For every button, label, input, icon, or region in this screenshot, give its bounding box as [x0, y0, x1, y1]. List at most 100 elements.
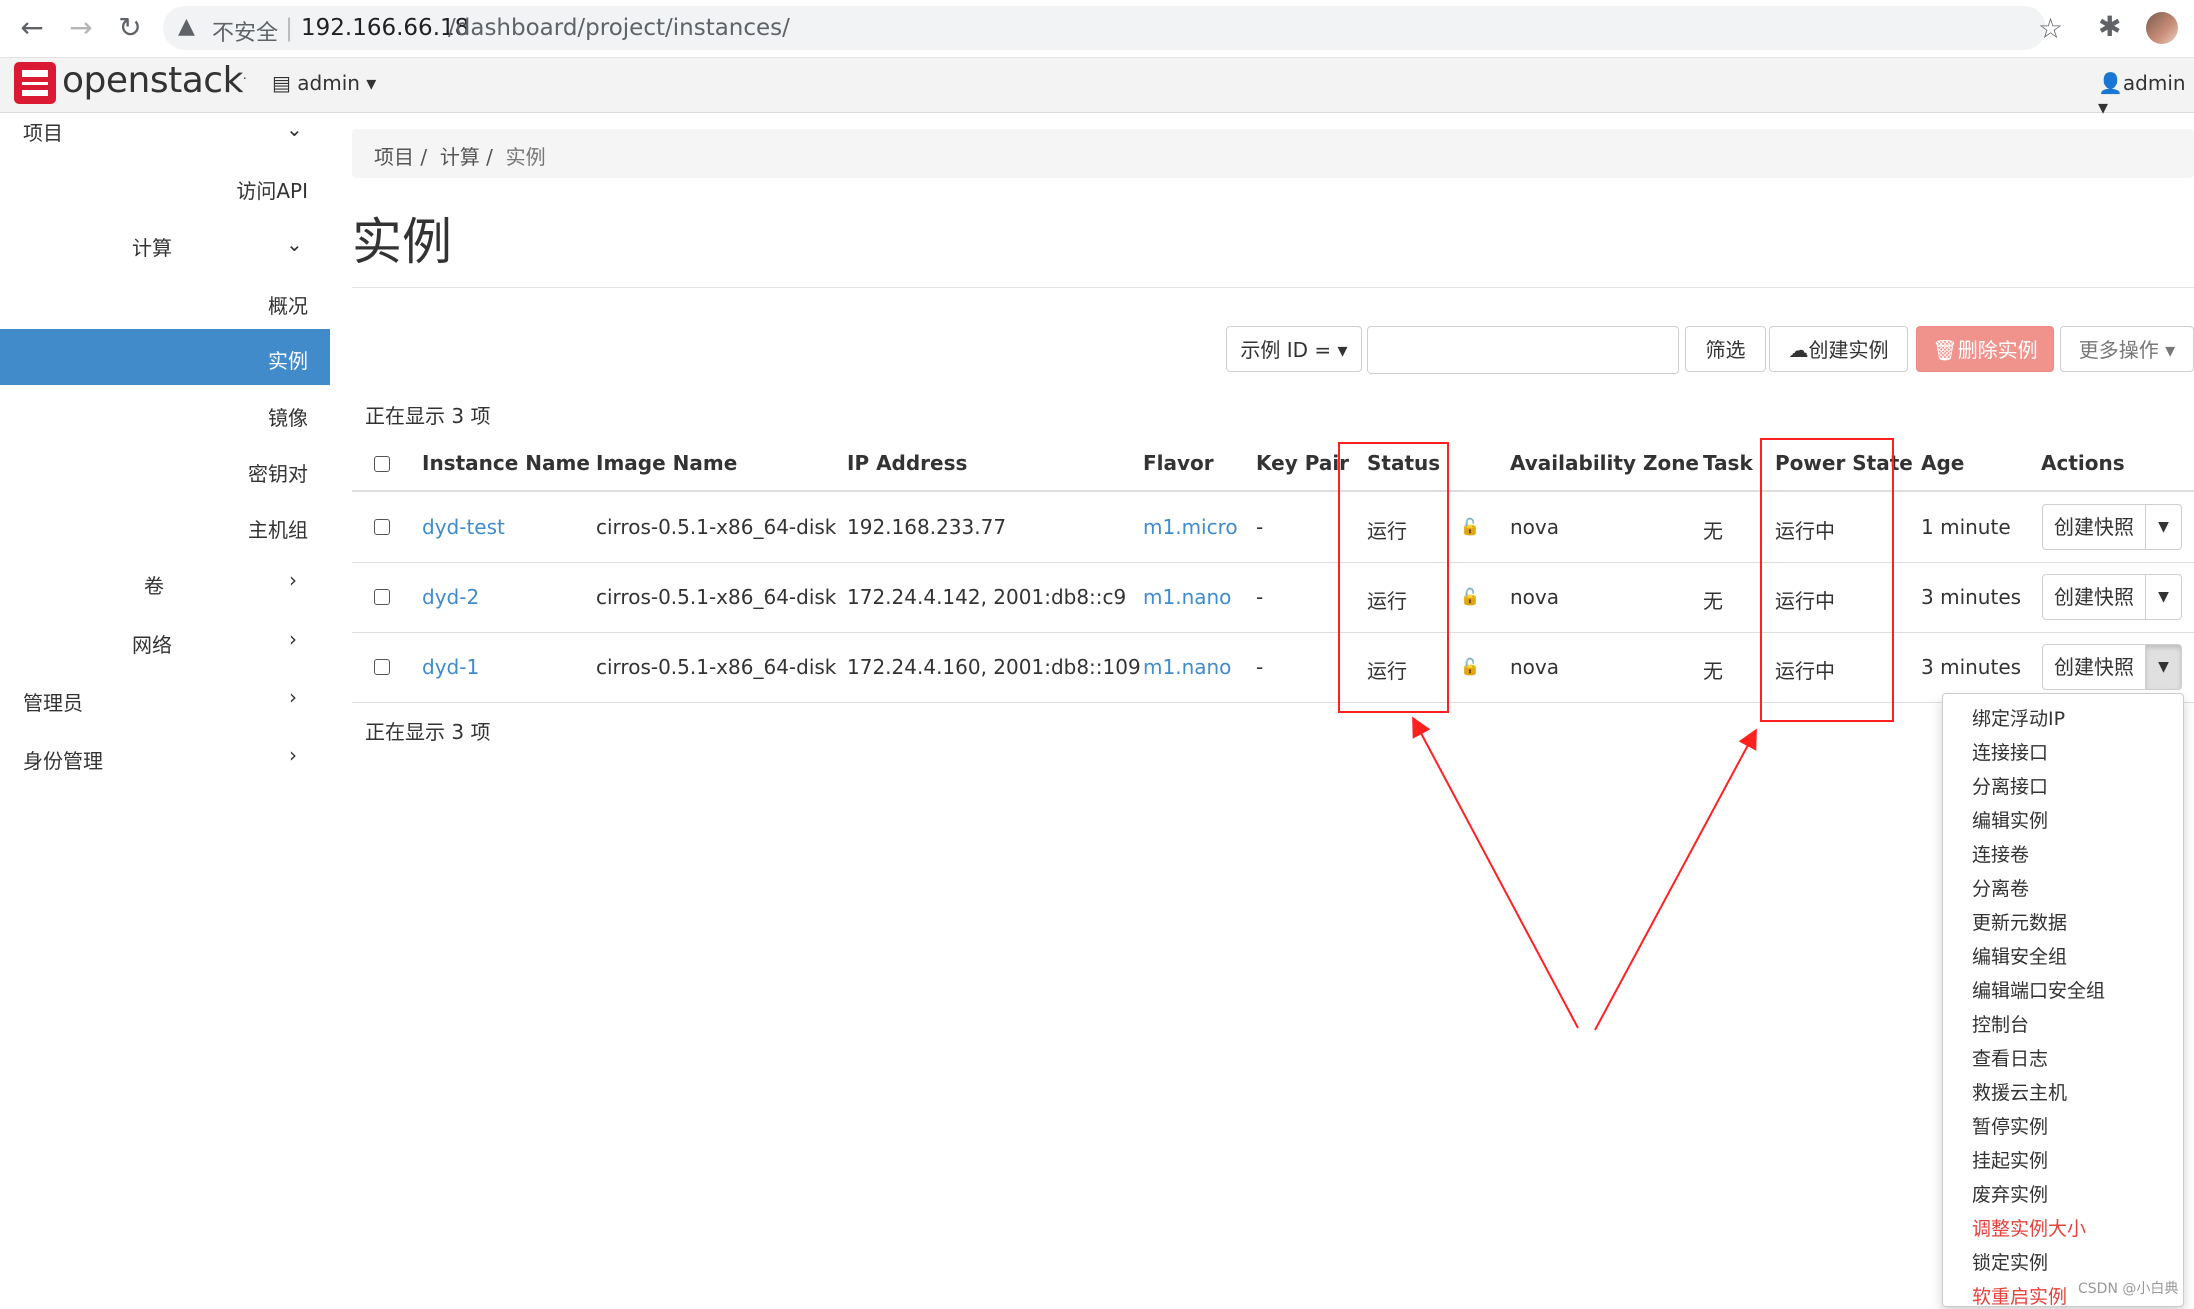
row-checkbox[interactable]	[374, 519, 390, 535]
col-availability-zone[interactable]: Availability Zone	[1510, 451, 1699, 475]
instance-name-link[interactable]: dyd-2	[422, 585, 479, 609]
flavor-link[interactable]: m1.nano	[1143, 585, 1231, 609]
dropdown-item[interactable]: 暂停实例	[1972, 1112, 2048, 1139]
create-snapshot-button[interactable]: 创建快照	[2042, 504, 2146, 550]
dropdown-item[interactable]: 查看日志	[1972, 1044, 2048, 1071]
availability-zone: nova	[1510, 585, 1560, 609]
url-path[interactable]: /dashboard/project/instances/	[448, 15, 790, 41]
watermark: CSDN @小白典	[2078, 1281, 2179, 1297]
sidebar-item-network[interactable]: 网络	[132, 629, 172, 658]
filter-button[interactable]: 筛选	[1685, 326, 1766, 372]
create-snapshot-button[interactable]: 创建快照	[2042, 574, 2146, 620]
age-value: 3 minutes	[1921, 585, 2022, 609]
chevron-right-icon[interactable]: ›	[289, 685, 297, 709]
dropdown-item[interactable]: 分离接口	[1972, 772, 2048, 799]
chevron-right-icon[interactable]: ›	[289, 627, 297, 651]
col-key-pair[interactable]: Key Pair	[1256, 451, 1349, 475]
sidebar-item-images[interactable]: 镜像	[108, 402, 308, 431]
row-checkbox[interactable]	[374, 659, 390, 675]
col-flavor[interactable]: Flavor	[1143, 451, 1214, 475]
task-value: 无	[1703, 659, 1723, 683]
back-arrow-icon[interactable]: ←	[14, 10, 50, 46]
instance-name-link[interactable]: dyd-1	[422, 655, 479, 679]
dropdown-item[interactable]: 绑定浮动IP	[1972, 704, 2065, 731]
col-ip-address[interactable]: IP Address	[847, 451, 967, 475]
chevron-down-icon[interactable]: ⌄	[286, 117, 303, 141]
row-actions-caret-icon[interactable]: ▼	[2146, 644, 2182, 690]
breadcrumb-project[interactable]: 项目	[374, 145, 414, 169]
dropdown-item[interactable]: 编辑实例	[1972, 806, 2048, 833]
sidebar-item-compute[interactable]: 计算	[132, 232, 172, 261]
delete-instances-button[interactable]: 🗑删除实例	[1916, 326, 2054, 372]
profile-avatar[interactable]	[2146, 12, 2178, 44]
availability-zone: nova	[1510, 515, 1560, 539]
chevron-right-icon[interactable]: ›	[289, 743, 297, 767]
bookmark-star-icon[interactable]: ☆	[2038, 12, 2063, 45]
project-icon: ▤	[272, 71, 291, 95]
image-name: cirros-0.5.1-x86_64-disk	[596, 655, 837, 679]
sidebar-item-instances[interactable]: 实例	[0, 329, 330, 385]
dropdown-item[interactable]: 连接接口	[1972, 738, 2048, 765]
dropdown-item[interactable]: 编辑端口安全组	[1972, 976, 2105, 1003]
warning-icon[interactable]: ▲	[178, 14, 195, 39]
forward-arrow-icon[interactable]: →	[63, 10, 99, 46]
sidebar-item-keypairs[interactable]: 密钥对	[108, 458, 308, 487]
dropdown-item[interactable]: 更新元数据	[1972, 908, 2067, 935]
project-switcher[interactable]: ▤ admin ▾	[272, 71, 376, 95]
row-divider	[352, 702, 2194, 703]
select-all-checkbox[interactable]	[374, 456, 390, 472]
chevron-down-icon[interactable]: ⌄	[286, 232, 303, 256]
col-task[interactable]: Task	[1703, 451, 1753, 475]
row-actions-caret-icon[interactable]: ▼	[2146, 504, 2182, 550]
user-name: admin	[2122, 71, 2186, 95]
insecure-label[interactable]: 不安全	[212, 15, 278, 47]
sidebar-item-server-groups[interactable]: 主机组	[108, 514, 308, 543]
sidebar-item-overview[interactable]: 概况	[108, 290, 308, 319]
row-actions-caret-icon[interactable]: ▼	[2146, 574, 2182, 620]
sidebar-item-access-api[interactable]: 访问API	[108, 175, 308, 204]
status-highlight-box	[1338, 442, 1449, 713]
col-image-name[interactable]: Image Name	[596, 451, 737, 475]
row-checkbox[interactable]	[374, 589, 390, 605]
item-count-bottom: 正在显示 3 项	[365, 720, 491, 744]
breadcrumb-compute[interactable]: 计算	[440, 145, 480, 169]
unlock-icon: 🔓	[1460, 517, 1480, 536]
dropdown-item[interactable]: 救援云主机	[1972, 1078, 2067, 1105]
sidebar-item-project[interactable]: 项目	[23, 117, 63, 146]
key-pair: -	[1256, 515, 1264, 539]
dropdown-item[interactable]: 连接卷	[1972, 840, 2029, 867]
logo-text[interactable]: openstack.	[62, 60, 247, 101]
reload-icon[interactable]: ↻	[112, 10, 148, 46]
sidebar-item-volumes[interactable]: 卷	[144, 570, 164, 599]
key-pair: -	[1256, 655, 1264, 679]
instance-name-link[interactable]: dyd-test	[422, 515, 505, 539]
dropdown-item[interactable]: 编辑安全组	[1972, 942, 2067, 969]
dropdown-item[interactable]: 分离卷	[1972, 874, 2029, 901]
user-menu[interactable]: 👤admin ▾	[2098, 71, 2194, 119]
dropdown-item[interactable]: 调整实例大小	[1972, 1214, 2086, 1241]
sidebar-item-identity[interactable]: 身份管理	[23, 745, 103, 774]
create-instance-label: 创建实例	[1808, 338, 1889, 362]
sidebar-item-admin[interactable]: 管理员	[23, 687, 83, 716]
dropdown-item[interactable]: 控制台	[1972, 1010, 2029, 1037]
dropdown-item[interactable]: 锁定实例	[1972, 1248, 2048, 1275]
flavor-link[interactable]: m1.micro	[1143, 515, 1238, 539]
url-host[interactable]: 192.166.66.18	[301, 15, 469, 41]
col-instance-name[interactable]: Instance Name	[422, 451, 590, 475]
more-actions-button[interactable]: 更多操作 ▾	[2060, 326, 2194, 372]
extensions-icon[interactable]: ✱	[2098, 10, 2121, 43]
dropdown-item[interactable]: 挂起实例	[1972, 1146, 2048, 1173]
dropdown-item[interactable]: 废弃实例	[1972, 1180, 2048, 1207]
flavor-link[interactable]: m1.nano	[1143, 655, 1231, 679]
chevron-right-icon[interactable]: ›	[289, 568, 297, 592]
key-pair: -	[1256, 585, 1264, 609]
create-snapshot-button[interactable]: 创建快照	[2042, 644, 2146, 690]
sidebar-item-instances-label: 实例	[268, 349, 308, 373]
image-name: cirros-0.5.1-x86_64-disk	[596, 515, 837, 539]
openstack-logo-icon[interactable]	[14, 62, 56, 104]
filter-input[interactable]	[1367, 326, 1679, 374]
title-divider	[352, 287, 2194, 288]
col-age[interactable]: Age	[1921, 451, 1964, 475]
create-instance-button[interactable]: ☁创建实例	[1769, 326, 1908, 372]
filter-field-dropdown[interactable]: 示例 ID = ▾	[1226, 326, 1362, 372]
